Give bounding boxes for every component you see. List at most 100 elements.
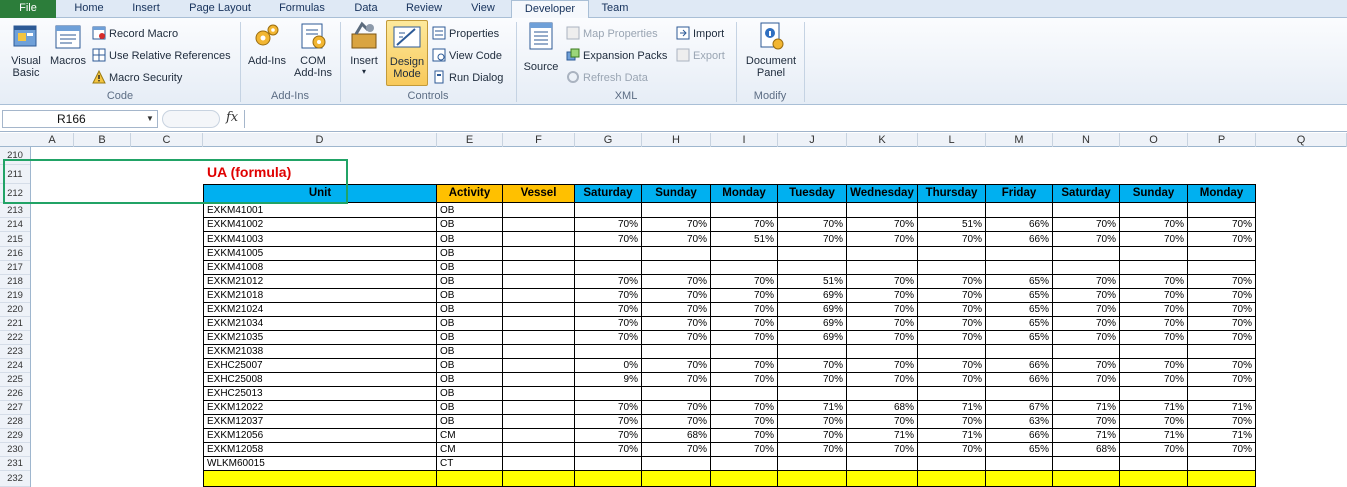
table-cell[interactable]: 65% <box>986 289 1053 303</box>
table-cell[interactable]: 70% <box>847 415 918 429</box>
table-cell[interactable]: 70% <box>642 303 711 317</box>
table-cell[interactable]: 65% <box>986 275 1053 289</box>
column-header-g[interactable]: G <box>575 133 642 147</box>
table-cell[interactable]: 70% <box>847 443 918 457</box>
table-header-cell[interactable]: Friday <box>986 184 1053 203</box>
table-cell[interactable] <box>503 303 575 317</box>
table-cell[interactable]: 70% <box>711 401 778 415</box>
table-cell[interactable]: 70% <box>1053 331 1120 345</box>
table-cell[interactable]: 70% <box>1188 317 1256 331</box>
visual-basic-button[interactable]: Visual Basic <box>6 20 46 79</box>
table-cell[interactable] <box>711 247 778 261</box>
table-cell[interactable]: 70% <box>847 218 918 232</box>
table-cell[interactable] <box>778 387 847 401</box>
table-cell[interactable]: 65% <box>986 303 1053 317</box>
table-cell[interactable]: 70% <box>642 218 711 232</box>
table-cell[interactable]: 66% <box>986 373 1053 387</box>
tab-home[interactable]: Home <box>64 0 114 18</box>
table-cell[interactable]: 70% <box>1053 359 1120 373</box>
column-header-p[interactable]: P <box>1188 133 1256 147</box>
table-header-cell[interactable]: Sunday <box>1120 184 1188 203</box>
document-panel-button[interactable]: Document Panel <box>742 20 800 79</box>
table-header-cell[interactable]: Monday <box>711 184 778 203</box>
total-row-cell[interactable] <box>711 471 778 487</box>
table-cell[interactable] <box>918 247 986 261</box>
table-cell[interactable] <box>847 387 918 401</box>
properties-button[interactable]: Properties <box>432 25 499 43</box>
table-cell[interactable] <box>1053 345 1120 359</box>
table-cell[interactable] <box>503 429 575 443</box>
total-row-cell[interactable] <box>986 471 1053 487</box>
row-header-221[interactable]: 221 <box>0 317 30 331</box>
table-cell[interactable] <box>575 247 642 261</box>
table-cell[interactable]: 70% <box>1120 359 1188 373</box>
table-cell[interactable]: 70% <box>918 443 986 457</box>
table-cell[interactable]: 70% <box>1188 218 1256 232</box>
table-cell[interactable]: 71% <box>1120 401 1188 415</box>
table-cell[interactable]: WLKM60015 <box>203 457 437 471</box>
table-cell[interactable] <box>503 232 575 247</box>
table-cell[interactable]: 66% <box>986 359 1053 373</box>
table-cell[interactable] <box>503 359 575 373</box>
table-cell[interactable]: 70% <box>642 443 711 457</box>
table-cell[interactable]: OB <box>437 373 503 387</box>
table-cell[interactable]: 70% <box>1120 317 1188 331</box>
table-cell[interactable] <box>1188 261 1256 275</box>
table-cell[interactable]: 70% <box>1120 232 1188 247</box>
table-cell[interactable]: 70% <box>575 289 642 303</box>
table-cell[interactable]: 70% <box>575 331 642 345</box>
total-row-cell[interactable] <box>918 471 986 487</box>
table-cell[interactable]: 70% <box>778 429 847 443</box>
table-header-cell[interactable]: Saturday <box>575 184 642 203</box>
table-cell[interactable]: 70% <box>847 359 918 373</box>
table-cell[interactable]: 51% <box>711 232 778 247</box>
tab-page-layout[interactable]: Page Layout <box>180 0 260 18</box>
table-cell[interactable]: EXHC25007 <box>203 359 437 373</box>
design-mode-button[interactable]: Design Mode <box>386 20 428 86</box>
table-cell[interactable] <box>1053 247 1120 261</box>
table-cell[interactable]: 70% <box>575 317 642 331</box>
table-cell[interactable]: 70% <box>711 218 778 232</box>
table-cell[interactable] <box>1188 247 1256 261</box>
row-header-228[interactable]: 228 <box>0 415 30 429</box>
table-cell[interactable]: 70% <box>575 275 642 289</box>
table-cell[interactable]: EXKM12037 <box>203 415 437 429</box>
table-cell[interactable] <box>778 247 847 261</box>
table-cell[interactable] <box>1120 345 1188 359</box>
total-row-cell[interactable] <box>503 471 575 487</box>
table-cell[interactable]: EXKM41002 <box>203 218 437 232</box>
row-header-232[interactable]: 232 <box>0 471 30 487</box>
table-cell[interactable]: 70% <box>1053 317 1120 331</box>
table-cell[interactable] <box>503 203 575 218</box>
table-cell[interactable] <box>778 457 847 471</box>
table-cell[interactable] <box>1120 387 1188 401</box>
table-cell[interactable] <box>847 203 918 218</box>
export-button[interactable]: Export <box>676 47 725 65</box>
row-header-231[interactable]: 231 <box>0 457 30 471</box>
table-cell[interactable] <box>986 345 1053 359</box>
tab-insert[interactable]: Insert <box>120 0 172 18</box>
table-cell[interactable]: 70% <box>778 373 847 387</box>
table-cell[interactable]: 70% <box>711 373 778 387</box>
table-cell[interactable] <box>847 261 918 275</box>
table-cell[interactable] <box>503 261 575 275</box>
table-cell[interactable] <box>918 203 986 218</box>
table-cell[interactable] <box>575 203 642 218</box>
table-cell[interactable]: 51% <box>778 275 847 289</box>
table-cell[interactable]: 70% <box>1188 359 1256 373</box>
table-cell[interactable]: 70% <box>1053 275 1120 289</box>
column-header-e[interactable]: E <box>437 133 503 147</box>
table-cell[interactable]: EXKM21012 <box>203 275 437 289</box>
column-header-o[interactable]: O <box>1120 133 1188 147</box>
chevron-down-icon[interactable]: ▼ <box>146 114 154 123</box>
table-cell[interactable]: 70% <box>1188 415 1256 429</box>
table-cell[interactable]: 70% <box>918 303 986 317</box>
table-cell[interactable]: 70% <box>711 443 778 457</box>
macros-button[interactable]: Macros <box>48 20 88 67</box>
column-header-c[interactable]: C <box>131 133 203 147</box>
table-cell[interactable]: OB <box>437 387 503 401</box>
column-header-b[interactable]: B <box>74 133 131 147</box>
table-cell[interactable] <box>1120 247 1188 261</box>
table-cell[interactable]: 51% <box>918 218 986 232</box>
table-cell[interactable]: 70% <box>1053 218 1120 232</box>
